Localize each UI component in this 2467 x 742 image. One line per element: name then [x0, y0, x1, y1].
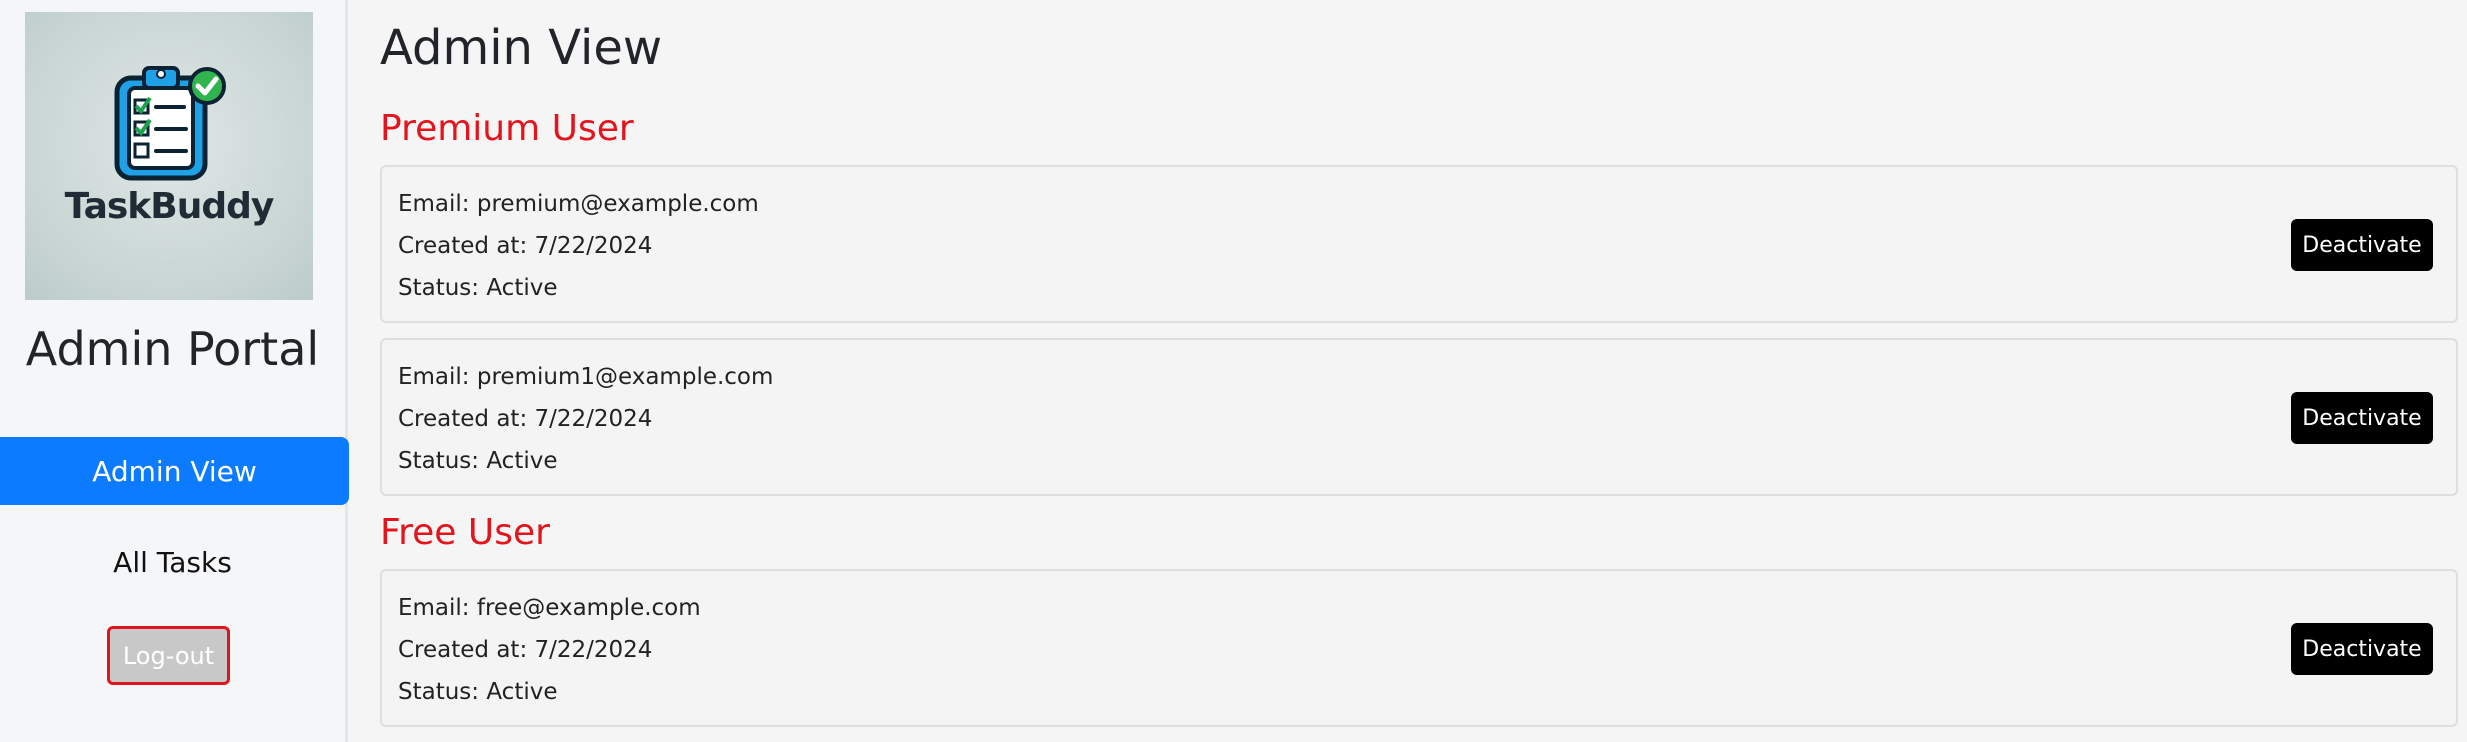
main-content: Admin View Premium User Email: premium@e… [348, 0, 2467, 742]
logo-text: TaskBuddy [64, 186, 275, 227]
user-card: Email: premium@example.com Created at: 7… [380, 165, 2458, 323]
deactivate-button[interactable]: Deactivate [2291, 623, 2433, 675]
sidebar: TaskBuddy Admin Portal Admin View All Ta… [0, 0, 349, 742]
user-email: Email: premium1@example.com [398, 364, 774, 390]
deactivate-button[interactable]: Deactivate [2291, 392, 2433, 444]
app-root: TaskBuddy Admin Portal Admin View All Ta… [0, 0, 2467, 742]
logout-button[interactable]: Log-out [107, 626, 230, 685]
user-status: Status: Active [398, 448, 558, 474]
user-card: Email: premium1@example.com Created at: … [380, 338, 2458, 496]
user-status: Status: Active [398, 679, 558, 705]
app-logo: TaskBuddy [25, 12, 313, 300]
user-created-at: Created at: 7/22/2024 [398, 233, 653, 259]
nav-item-admin-view[interactable]: Admin View [0, 437, 349, 505]
user-email: Email: premium@example.com [398, 191, 759, 217]
portal-title: Admin Portal [25, 322, 320, 376]
page-title: Admin View [380, 20, 663, 76]
premium-user-heading: Premium User [380, 108, 634, 149]
user-status: Status: Active [398, 275, 558, 301]
user-email: Email: free@example.com [398, 595, 701, 621]
user-created-at: Created at: 7/22/2024 [398, 637, 653, 663]
nav-item-all-tasks[interactable]: All Tasks [0, 528, 345, 596]
user-created-at: Created at: 7/22/2024 [398, 406, 653, 432]
free-user-heading: Free User [380, 512, 550, 553]
deactivate-button[interactable]: Deactivate [2291, 219, 2433, 271]
clipboard-checklist-icon [114, 66, 226, 181]
user-card: Email: free@example.com Created at: 7/22… [380, 569, 2458, 727]
